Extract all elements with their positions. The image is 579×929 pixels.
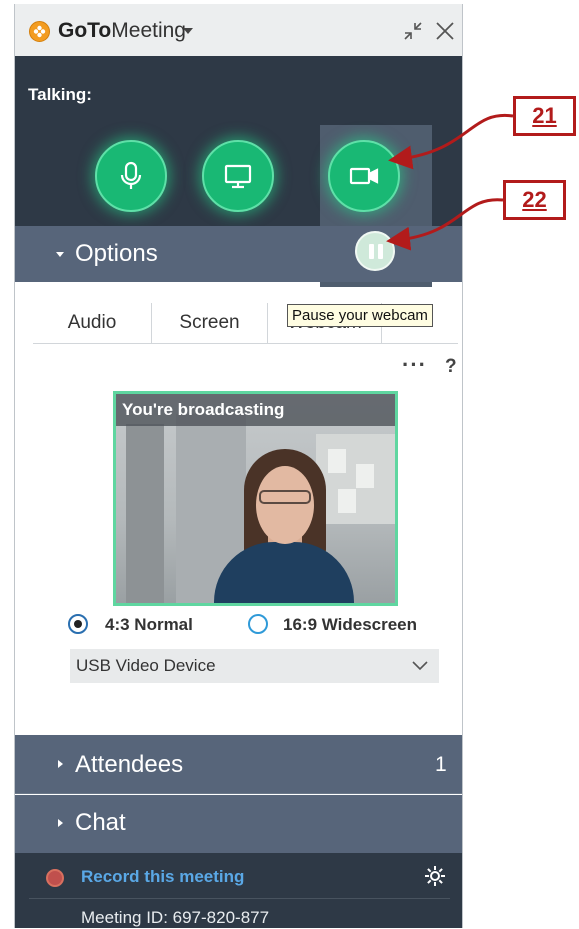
callout-22-arrow — [386, 198, 504, 251]
callout-21-number: 21 — [532, 103, 557, 128]
callout-21: 21 — [513, 96, 576, 136]
callout-arrows — [386, 113, 514, 251]
callout-22-number: 22 — [522, 187, 547, 212]
callout-21-arrow — [388, 113, 514, 170]
callout-22: 22 — [503, 180, 566, 220]
